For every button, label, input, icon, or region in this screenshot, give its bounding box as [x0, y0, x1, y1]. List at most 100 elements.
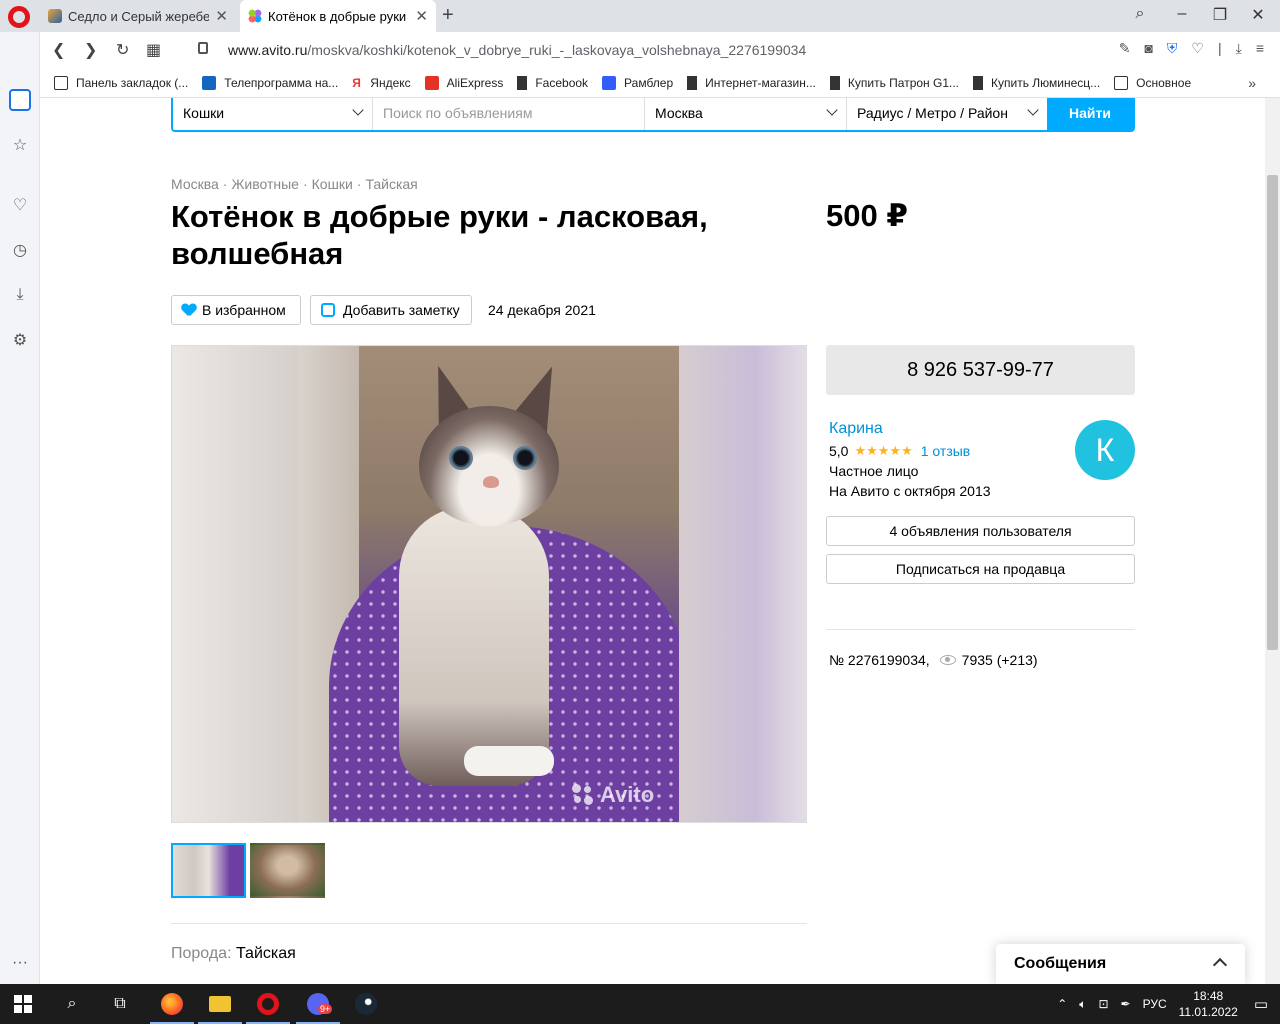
pen-icon[interactable]: ✒ — [1121, 997, 1131, 1011]
avatar[interactable]: К — [1075, 420, 1135, 480]
tab-2[interactable]: Котёнок в добрые руки - л ✕ — [240, 0, 436, 32]
horse-favicon-icon — [48, 9, 62, 23]
seller-name[interactable]: Карина — [829, 420, 883, 438]
breadcrumb-item[interactable]: Москва — [171, 176, 219, 192]
volume-icon[interactable]: 🔈︎ — [1079, 997, 1086, 1012]
address-bar: ❮ ❯ ↻ ▦ www.avito.ru/moskva/koshki/koten… — [40, 32, 1280, 68]
chevron-up-icon[interactable] — [1212, 957, 1228, 973]
chevron-up-icon[interactable]: ⌃ — [1057, 997, 1067, 1011]
bookmark-item[interactable]: Интернет-магазин... — [687, 75, 816, 90]
network-icon[interactable]: ⊡ — [1098, 997, 1108, 1011]
favorite-button[interactable]: В избранном — [171, 295, 301, 325]
bookmark-item[interactable]: Рамблер — [602, 75, 673, 90]
yandex-icon: Я — [352, 75, 361, 90]
thumbnail[interactable] — [250, 843, 325, 898]
firefox-icon[interactable] — [148, 984, 196, 1024]
star-icon[interactable]: ☆ — [9, 134, 31, 156]
show-phone-button[interactable]: 8 926 537-99-77 — [826, 345, 1135, 395]
note-icon — [321, 303, 335, 317]
chevron-right-icon[interactable]: » — [1248, 75, 1256, 91]
shield-icon[interactable]: ⛨ — [1167, 40, 1178, 57]
opera-icon[interactable] — [244, 984, 292, 1024]
restore-icon[interactable]: ❐ — [1210, 5, 1230, 25]
tab-close-icon[interactable]: ✕ — [415, 7, 428, 25]
add-note-button[interactable]: Добавить заметку — [310, 295, 472, 325]
opera-menu-icon[interactable] — [8, 6, 30, 28]
search-tabs-icon[interactable]: ⌕ — [1130, 5, 1150, 23]
steam-icon[interactable] — [342, 984, 390, 1024]
page-title: Котёнок в добрые руки - ласковая, волшеб… — [171, 199, 708, 271]
heart-icon[interactable]: ♡ — [1191, 40, 1204, 57]
language-indicator[interactable]: РУС — [1143, 997, 1167, 1011]
breadcrumb-item[interactable]: Животные — [231, 176, 299, 192]
tab-1[interactable]: Седло и Серый жеребец | ✕ — [40, 0, 236, 32]
chevron-down-icon — [826, 104, 838, 116]
download-icon[interactable]: ⤓ — [9, 284, 31, 306]
opera-logo — [257, 993, 279, 1015]
category-select[interactable]: Кошки — [173, 98, 373, 130]
forward-icon[interactable]: ❯ — [84, 40, 97, 60]
search-button[interactable]: Найти — [1047, 98, 1133, 130]
edit-icon[interactable]: ✎ — [1119, 40, 1131, 57]
windows-start-icon[interactable] — [14, 995, 32, 1013]
menu-icon[interactable]: ≡ — [1256, 40, 1264, 57]
photo-gallery[interactable]: Avito — [171, 345, 807, 823]
reviews-link[interactable]: 1 отзыв — [921, 443, 971, 459]
subscribe-button[interactable]: Подписаться на продавца — [826, 554, 1135, 584]
back-icon[interactable]: ❮ — [52, 40, 65, 60]
lock-icon[interactable] — [198, 42, 208, 54]
steam-logo — [355, 993, 377, 1015]
city-select[interactable]: Москва — [645, 98, 847, 130]
bookmark-item[interactable]: Основное — [1114, 75, 1191, 90]
history-icon[interactable]: ◷ — [9, 239, 31, 261]
bookmark-label: Facebook — [535, 75, 589, 90]
tab-close-icon[interactable]: ✕ — [215, 7, 228, 25]
taskbar: ⌕ ⧉ 9+ ⌃ 🔈︎ ⊡ ✒ РУС 18:48 11.01.2022 ▭ — [0, 984, 1280, 1024]
bookmark-item[interactable]: Телепрограмма на... — [202, 75, 339, 90]
bookmark-label: Телепрограмма на... — [224, 75, 339, 90]
new-tab-icon[interactable]: + — [442, 4, 454, 27]
discord-icon[interactable]: 9+ — [294, 984, 342, 1024]
url-field[interactable]: www.avito.ru/moskva/koshki/kotenok_v_dob… — [228, 42, 806, 58]
seller-listings-button[interactable]: 4 объявления пользователя — [826, 516, 1135, 546]
bookmark-item[interactable]: Facebook — [517, 75, 589, 90]
url-path: /moskva/koshki/kotenok_v_dobrye_ruki_-_l… — [307, 42, 807, 58]
messages-widget[interactable]: Сообщения — [996, 944, 1245, 984]
ad-number: № 2276199034, — [829, 652, 930, 668]
home-icon[interactable] — [9, 89, 31, 111]
bookmark-item[interactable]: Купить Патрон G1... — [829, 75, 959, 90]
tab-bar: Седло и Серый жеребец | ✕ Котёнок в добр… — [0, 0, 1280, 32]
discord-badge: 9+ — [318, 1004, 333, 1014]
breadcrumb-item[interactable]: Кошки — [312, 176, 353, 192]
search-icon[interactable]: ⌕ — [48, 984, 96, 1024]
clock[interactable]: 18:48 11.01.2022 — [1179, 988, 1238, 1020]
thumbnail[interactable] — [171, 843, 246, 898]
folder-logo — [209, 996, 231, 1012]
camera-icon[interactable]: ◙ — [1144, 40, 1152, 57]
bookmark-item[interactable]: Купить Люминесц... — [973, 75, 1100, 90]
close-window-icon[interactable]: ✕ — [1248, 5, 1268, 25]
page-icon — [973, 75, 984, 90]
more-icon[interactable]: ··· — [9, 952, 31, 974]
task-view-icon[interactable]: ⧉ — [96, 984, 144, 1024]
bookmark-item[interactable]: AliExpress — [424, 75, 503, 90]
bookmark-label: Яндекс — [370, 75, 411, 90]
views-count: 7935 (+213) — [961, 652, 1038, 668]
radius-select[interactable]: Радиус / Метро / Район — [847, 98, 1047, 130]
settings-icon[interactable]: ⚙ — [9, 329, 31, 351]
heart-icon[interactable]: ♡ — [9, 194, 31, 216]
reload-icon[interactable]: ↻ — [116, 40, 129, 60]
gallery-backdrop-right — [678, 346, 806, 822]
notifications-icon[interactable]: ▭ — [1254, 995, 1268, 1013]
views-eye-icon — [939, 655, 956, 665]
bookmark-item[interactable]: Я Яндекс — [352, 76, 410, 90]
scrollbar-thumb[interactable] — [1267, 175, 1278, 650]
speed-dial-icon[interactable]: ▦ — [146, 40, 161, 60]
search-input[interactable]: Поиск по объявлениям — [373, 98, 645, 130]
breadcrumb-item[interactable]: Тайская — [365, 176, 417, 192]
minimize-icon[interactable]: – — [1172, 5, 1192, 23]
kitten-photo[interactable] — [299, 346, 679, 822]
bookmark-item[interactable]: Панель закладок (... — [54, 75, 188, 90]
download-icon[interactable]: ⤓ — [1236, 40, 1242, 57]
file-explorer-icon[interactable] — [196, 984, 244, 1024]
